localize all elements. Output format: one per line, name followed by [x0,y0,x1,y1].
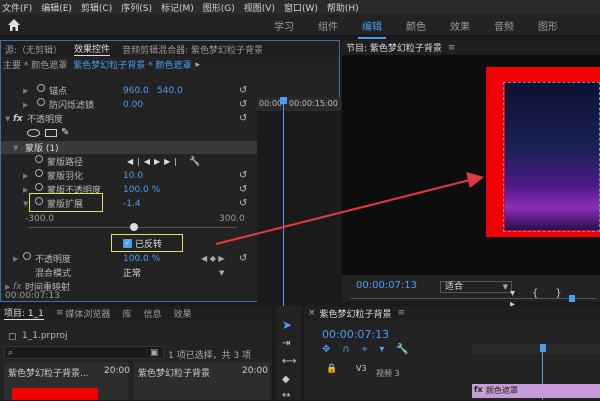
annotation-arrow [215,172,484,245]
